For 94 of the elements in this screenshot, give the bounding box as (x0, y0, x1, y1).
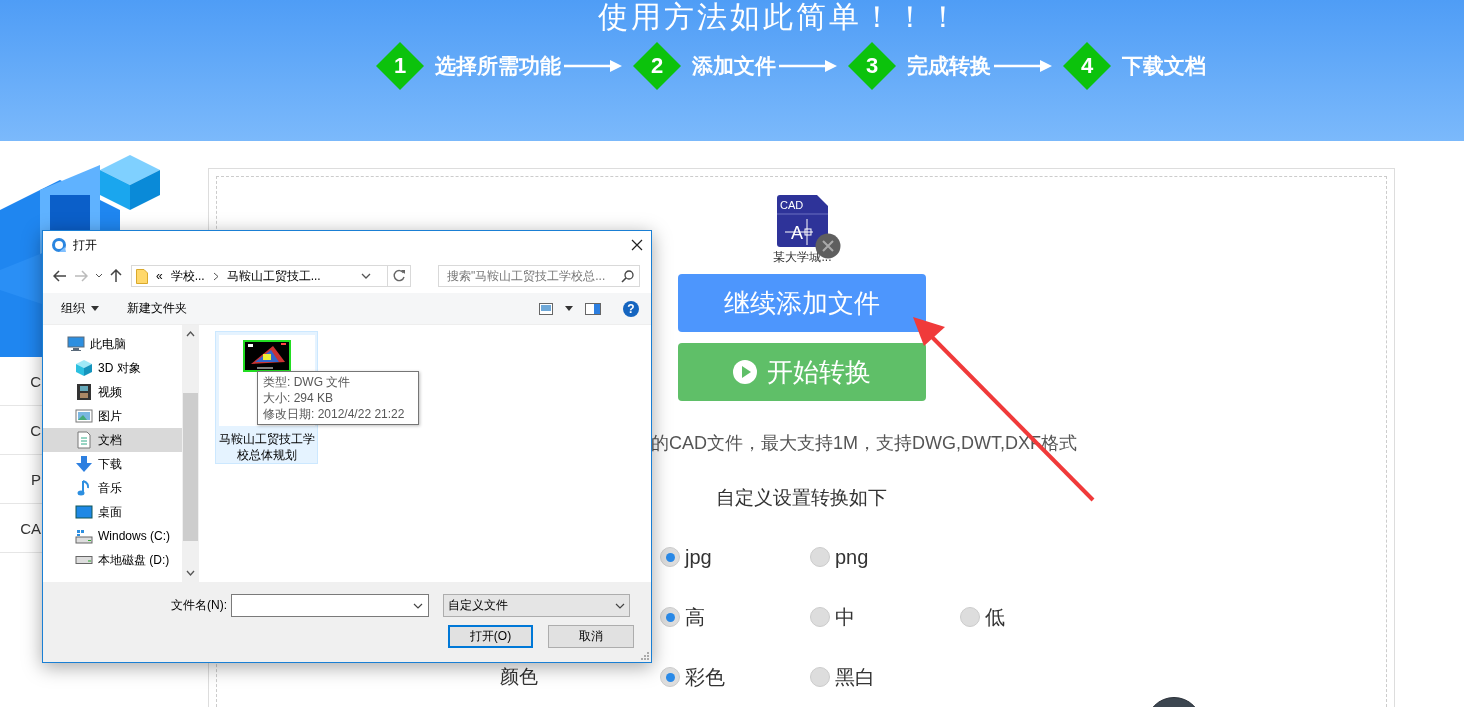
nav-item[interactable]: 本地磁盘 (D:) (98, 551, 170, 569)
chevron-right-icon (212, 271, 219, 281)
close-icon[interactable] (631, 239, 643, 251)
nav-item[interactable]: 文档 (98, 431, 122, 449)
search-icon (621, 269, 634, 283)
nav-item[interactable]: 桌面 (98, 503, 122, 521)
search-placeholder: 搜索"马鞍山工贸技工学校总... (447, 267, 607, 285)
document-icon (75, 431, 93, 449)
option-text: 高 (685, 604, 705, 630)
settings-title: 自定义设置转换如下 (716, 486, 887, 510)
cad-file-icon: CAD A (777, 195, 828, 247)
scrollbar[interactable] (182, 325, 199, 582)
step-label: 添加文件 (692, 53, 776, 79)
step-number-badge: 3 (848, 42, 896, 90)
nav-item[interactable]: 下载 (98, 455, 122, 473)
option-text: jpg (685, 545, 712, 569)
arrow-icon (994, 59, 1052, 73)
folder-icon (136, 268, 148, 284)
file-name-input[interactable] (231, 594, 429, 617)
arrow-icon (564, 59, 622, 73)
play-icon (732, 360, 757, 384)
step-number-badge: 1 (376, 42, 424, 90)
cancel-button[interactable]: 取消 (548, 625, 634, 648)
option-text: 黑白 (835, 664, 875, 690)
dialog-title: 打开 (73, 236, 97, 254)
tooltip-line: 修改日期: 2012/4/22 21:22 (263, 406, 406, 422)
nav-item[interactable]: 此电脑 (90, 335, 126, 353)
radio-button[interactable] (810, 607, 830, 627)
arrow-icon (779, 59, 837, 73)
radio-button[interactable] (660, 607, 680, 627)
nav-item[interactable]: Windows (C:) (98, 529, 170, 543)
nav-item[interactable]: 图片 (98, 407, 122, 425)
nav-item[interactable]: 音乐 (98, 479, 122, 497)
cube-icon (75, 359, 93, 377)
search-field[interactable]: 搜索"马鞍山工贸技工学校总... (438, 265, 640, 287)
sidebar-item[interactable]: CA (20, 519, 41, 537)
app-icon (51, 237, 67, 253)
option-text: 彩色 (685, 664, 725, 690)
back-icon[interactable] (53, 270, 67, 282)
computer-icon (67, 335, 85, 353)
organize-button[interactable]: 组织 (61, 300, 99, 317)
drive-icon (75, 556, 93, 564)
chevron-down-icon[interactable] (361, 273, 371, 279)
radio-button[interactable] (660, 667, 680, 687)
step-label: 下载文档 (1122, 53, 1206, 79)
breadcrumb-segment[interactable]: 学校... (170, 267, 205, 285)
step-number-badge: 2 (633, 42, 681, 90)
nav-item[interactable]: 3D 对象 (98, 359, 141, 377)
option-text: png (835, 545, 869, 569)
file-type-dropdown[interactable]: 自定义文件 (443, 594, 630, 617)
file-name-label: 文件名(N): (170, 597, 228, 614)
resize-grip[interactable] (640, 651, 649, 660)
help-button[interactable]: ? (623, 300, 639, 317)
up-icon[interactable] (110, 269, 122, 283)
address-bar[interactable]: « 学校... 马鞍山工贸技工... (131, 265, 411, 287)
sidebar-item[interactable]: C (30, 421, 41, 439)
chevron-down-icon[interactable] (95, 273, 103, 279)
preview-pane-icon[interactable] (585, 302, 601, 315)
option-label: 颜色 (500, 666, 538, 687)
caret-icon (91, 306, 99, 311)
sidebar-item[interactable]: P (31, 470, 41, 488)
option-text: 低 (985, 604, 1005, 630)
film-icon (75, 383, 93, 401)
open-button[interactable]: 打开(O) (448, 625, 533, 648)
dropdown-value: 自定义文件 (448, 597, 508, 614)
radio-button[interactable] (810, 547, 830, 567)
scroll-thumb[interactable] (183, 393, 198, 541)
tooltip-line: 大小: 294 KB (263, 390, 335, 406)
option-text: 中 (835, 604, 855, 630)
caret-icon[interactable] (565, 306, 573, 311)
scroll-down-icon[interactable] (186, 570, 195, 576)
down-arrow-icon (75, 455, 93, 473)
overflow-mark[interactable]: « (156, 269, 163, 283)
scroll-up-icon[interactable] (186, 331, 195, 337)
step-number-badge: 4 (1063, 42, 1111, 90)
drive-icon (75, 527, 93, 545)
refresh-icon[interactable] (392, 269, 406, 283)
breadcrumb-segment[interactable]: 马鞍山工贸技工... (226, 267, 321, 285)
file-name: 马鞍山工贸技工学校总体规划 (218, 431, 315, 463)
banner-title: 使用方法如此简单！！！ (598, 0, 961, 34)
new-folder-button[interactable]: 新建文件夹 (127, 300, 187, 317)
radio-button[interactable] (660, 547, 680, 567)
chevron-down-icon (615, 602, 625, 609)
nav-item[interactable]: 视频 (98, 383, 122, 401)
radio-button[interactable] (960, 607, 980, 627)
step-label: 完成转换 (907, 53, 991, 79)
step-label: 选择所需功能 (435, 53, 561, 79)
monitor-icon (75, 503, 93, 521)
sidebar-item[interactable]: C (30, 372, 41, 390)
view-icon[interactable] (539, 302, 553, 315)
radio-button[interactable] (810, 667, 830, 687)
picture-icon (75, 407, 93, 425)
tooltip-line: 类型: DWG 文件 (263, 374, 352, 390)
chevron-down-icon (413, 602, 423, 609)
